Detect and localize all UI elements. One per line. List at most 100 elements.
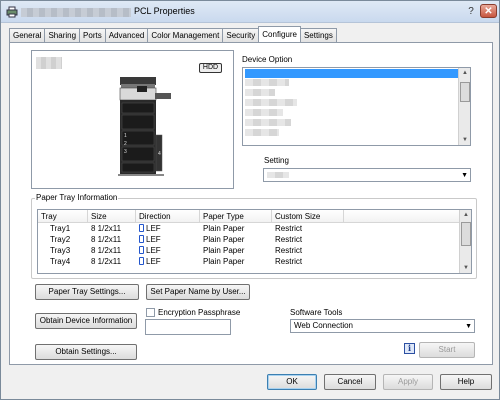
direction-cell: LEF <box>136 234 200 245</box>
tab-configure[interactable]: Configure <box>258 26 301 42</box>
encryption-passphrase-input[interactable] <box>145 319 231 335</box>
chevron-down-icon: ▼ <box>461 172 468 179</box>
paper-direction-icon <box>139 235 144 243</box>
svg-text:4: 4 <box>158 151 161 157</box>
paper-type-cell: Plain Paper <box>203 257 245 266</box>
setting-label: Setting <box>264 156 289 165</box>
paper-direction-icon <box>139 257 144 265</box>
tray-cell: Tray4 <box>50 257 71 266</box>
scroll-thumb[interactable] <box>460 82 470 102</box>
device-option-selected-row[interactable] <box>245 69 468 78</box>
direction-label: LEF <box>146 246 161 255</box>
direction-label: LEF <box>146 224 161 233</box>
tab-general[interactable]: General <box>9 28 46 42</box>
printer-name-redacted <box>21 8 131 17</box>
encryption-passphrase-checkbox[interactable] <box>146 308 155 317</box>
help-button[interactable]: Help <box>440 374 492 390</box>
tray-cell: Tray2 <box>50 235 71 244</box>
device-option-list[interactable]: ▲ ▼ <box>242 67 471 146</box>
direction-label: LEF <box>146 257 161 266</box>
list-item[interactable] <box>245 79 468 88</box>
device-list-scrollbar[interactable]: ▲ ▼ <box>458 68 470 145</box>
column-header-direction[interactable]: Direction <box>136 210 200 223</box>
table-row[interactable]: Tray2 8 1/2x11 LEF Plain Paper Restrict <box>38 234 471 245</box>
list-item[interactable] <box>245 109 468 118</box>
paper-tray-group-label: Paper Tray Information <box>35 193 119 202</box>
size-cell: 8 1/2x11 <box>91 246 122 255</box>
tab-security[interactable]: Security <box>222 28 260 42</box>
custom-size-cell: Restrict <box>275 257 303 266</box>
scroll-down-icon[interactable]: ▼ <box>459 135 470 145</box>
printer-image: 1 2 3 4 <box>118 77 171 176</box>
table-row[interactable]: Tray1 8 1/2x11 LEF Plain Paper Restrict <box>38 223 471 234</box>
table-row[interactable]: Tray3 8 1/2x11 LEF Plain Paper Restrict <box>38 245 471 256</box>
custom-size-cell: Restrict <box>275 235 303 244</box>
custom-size-cell: Restrict <box>275 224 303 233</box>
paper-tray-table[interactable]: Tray Size Direction Paper Type Custom Si… <box>37 209 472 274</box>
table-row[interactable]: Tray4 8 1/2x11 LEF Plain Paper Restrict <box>38 256 471 267</box>
software-tools-label: Software Tools <box>290 308 343 317</box>
properties-window: PCL Properties ? ✕ General Sharing Ports… <box>0 0 500 400</box>
direction-label: LEF <box>146 235 161 244</box>
paper-type-cell: Plain Paper <box>203 235 245 244</box>
printer-app-icon <box>6 6 18 18</box>
info-icon[interactable]: i <box>404 343 415 354</box>
paper-direction-icon <box>139 246 144 254</box>
paper-direction-icon <box>139 224 144 232</box>
help-icon[interactable]: ? <box>464 4 478 18</box>
svg-text:2: 2 <box>124 141 127 147</box>
tray-cell: Tray1 <box>50 224 71 233</box>
column-header-tray[interactable]: Tray <box>38 210 88 223</box>
size-cell: 8 1/2x11 <box>91 257 122 266</box>
window-title: PCL Properties <box>134 6 195 16</box>
custom-size-cell: Restrict <box>275 246 303 255</box>
device-option-label: Device Option <box>242 55 293 64</box>
ok-button[interactable]: OK <box>267 374 317 390</box>
scroll-up-icon[interactable]: ▲ <box>459 68 470 78</box>
tab-advanced[interactable]: Advanced <box>104 28 149 42</box>
svg-text:1: 1 <box>124 133 127 139</box>
tab-sharing[interactable]: Sharing <box>44 28 81 42</box>
paper-type-cell: Plain Paper <box>203 224 245 233</box>
list-item[interactable] <box>245 119 468 128</box>
chevron-down-icon: ▼ <box>465 323 472 330</box>
column-header-custom-size[interactable]: Custom Size <box>272 210 344 223</box>
apply-button[interactable]: Apply <box>383 374 433 390</box>
tray-rows: Tray1 8 1/2x11 LEF Plain Paper Restrict Tray2… <box>38 223 471 267</box>
size-cell: 8 1/2x11 <box>91 235 122 244</box>
set-paper-name-button[interactable]: Set Paper Name by User... <box>146 284 250 300</box>
direction-cell: LEF <box>136 256 200 267</box>
column-header-size[interactable]: Size <box>88 210 136 223</box>
software-tools-select[interactable]: Web Connection ▼ <box>290 319 475 333</box>
svg-text:3: 3 <box>124 149 127 155</box>
column-header-paper-type[interactable]: Paper Type <box>200 210 272 223</box>
list-item[interactable] <box>245 99 468 108</box>
obtain-settings-button[interactable]: Obtain Settings... <box>35 344 137 360</box>
paper-tray-settings-button[interactable]: Paper Tray Settings... <box>35 284 139 300</box>
close-icon[interactable]: ✕ <box>480 4 497 18</box>
tab-strip: General Sharing Ports Advanced Color Man… <box>9 26 337 42</box>
tab-ports[interactable]: Ports <box>79 28 106 42</box>
scroll-up-icon[interactable]: ▲ <box>460 210 471 220</box>
cancel-button[interactable]: Cancel <box>324 374 376 390</box>
tab-color-management[interactable]: Color Management <box>147 28 224 42</box>
scroll-thumb[interactable] <box>461 222 471 246</box>
start-button[interactable]: Start <box>419 342 475 358</box>
setting-select[interactable]: ▼ <box>263 168 471 182</box>
direction-cell: LEF <box>136 245 200 256</box>
encryption-passphrase-label: Encryption Passphrase <box>158 308 241 317</box>
list-item[interactable] <box>245 89 468 98</box>
scroll-down-icon[interactable]: ▼ <box>460 263 471 273</box>
tray-table-scrollbar[interactable]: ▲ ▼ <box>459 210 471 273</box>
software-tools-value: Web Connection <box>294 321 353 330</box>
list-item[interactable] <box>245 129 468 138</box>
tray-cell: Tray3 <box>50 246 71 255</box>
size-cell: 8 1/2x11 <box>91 224 122 233</box>
printer-preview: HDD 1 2 3 4 <box>31 50 234 189</box>
tab-settings[interactable]: Settings <box>299 28 337 42</box>
direction-cell: LEF <box>136 223 200 234</box>
table-header: Tray Size Direction Paper Type Custom Si… <box>38 210 471 223</box>
obtain-device-information-button[interactable]: Obtain Device Information <box>35 313 137 329</box>
paper-type-cell: Plain Paper <box>203 246 245 255</box>
title-bar: PCL Properties ? ✕ <box>1 1 499 23</box>
